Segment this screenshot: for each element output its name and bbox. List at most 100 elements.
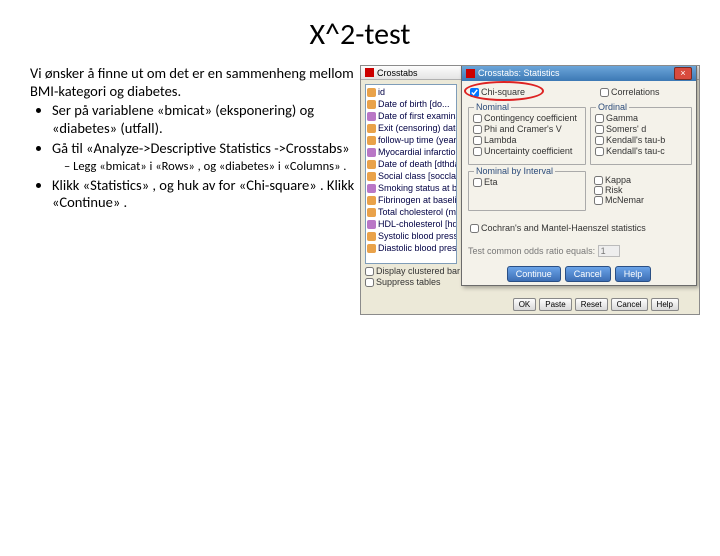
variable-label: HDL-cholesterol [hdlcho... bbox=[378, 219, 457, 229]
variable-icon bbox=[367, 112, 376, 121]
chi-label: Chi-square bbox=[481, 87, 525, 97]
ratio-input: 1 bbox=[598, 245, 620, 257]
variable-label: Total cholesterol (mmo... bbox=[378, 207, 457, 217]
checkbox[interactable] bbox=[473, 125, 482, 134]
ordinal-check[interactable]: Kendall's tau-b bbox=[595, 135, 687, 145]
nominal-legend: Nominal bbox=[474, 102, 511, 112]
ordinal-check[interactable]: Somers' d bbox=[595, 124, 687, 134]
checkbox[interactable] bbox=[473, 136, 482, 145]
nbi-legend: Nominal by Interval bbox=[474, 166, 555, 176]
cancel-button[interactable]: Cancel bbox=[611, 298, 648, 311]
ordinal-label: Gamma bbox=[606, 113, 638, 123]
ordinal-check[interactable]: Gamma bbox=[595, 113, 687, 123]
variable-item[interactable]: Systolic blood pressure... bbox=[367, 230, 455, 242]
bullet-3: Klikk «Statistics» , og huk av for «Chi-… bbox=[52, 177, 360, 212]
cochran-check[interactable]: Cochran's and Mantel-Haenszel statistics bbox=[470, 223, 646, 233]
help-button[interactable]: Help bbox=[651, 298, 679, 311]
coch-label: Cochran's and Mantel-Haenszel statistics bbox=[481, 223, 646, 233]
continue-button[interactable]: Continue bbox=[507, 266, 561, 282]
variable-item[interactable]: Myocardial infarction or... bbox=[367, 146, 455, 158]
checkbox[interactable] bbox=[365, 267, 374, 276]
variable-item[interactable]: Diastolic blood pressure... bbox=[367, 242, 455, 254]
nominal-check[interactable]: Uncertainty coefficient bbox=[473, 146, 581, 156]
variable-item[interactable]: HDL-cholesterol [hdlcho... bbox=[367, 218, 455, 230]
variable-label: follow-up time (years) [f... bbox=[378, 135, 457, 145]
variable-list[interactable]: idDate of birth [do... Date of first exam… bbox=[365, 84, 457, 264]
sub-bullet: Legg «bmicat» i «Rows» , og «diabetes» i… bbox=[64, 159, 360, 174]
ordinal-group: Ordinal GammaSomers' dKendall's tau-bKen… bbox=[590, 107, 692, 165]
nbi-label: Eta bbox=[484, 177, 498, 187]
checkbox[interactable] bbox=[473, 114, 482, 123]
stats-titlebar: Crosstabs: Statistics × bbox=[462, 65, 696, 81]
ordinal-legend: Ordinal bbox=[596, 102, 629, 112]
variable-item[interactable]: Fibrinogen at baseline [... bbox=[367, 194, 455, 206]
variable-item[interactable]: Date of first examination bbox=[367, 110, 455, 122]
checkbox[interactable] bbox=[595, 125, 604, 134]
variable-icon bbox=[367, 208, 376, 217]
right-check[interactable]: Kappa bbox=[594, 175, 644, 185]
checkbox[interactable] bbox=[595, 136, 604, 145]
nominal-label: Phi and Cramer's V bbox=[484, 124, 562, 134]
nominal-label: Contingency coefficient bbox=[484, 113, 577, 123]
nbi-group: Nominal by Interval Eta bbox=[468, 171, 586, 211]
variable-label: Systolic blood pressure... bbox=[378, 231, 457, 241]
variable-icon bbox=[367, 172, 376, 181]
variable-icon bbox=[367, 136, 376, 145]
variable-label: Diastolic blood pressure... bbox=[378, 243, 457, 253]
paste-button[interactable]: Paste bbox=[539, 298, 571, 311]
variable-label: Exit (censoring) date for bbox=[378, 123, 457, 133]
variable-item[interactable]: id bbox=[367, 86, 455, 98]
checkbox[interactable] bbox=[473, 178, 482, 187]
spss-screenshot: Crosstabs idDate of birth [do...Date of … bbox=[360, 65, 700, 315]
ordinal-check[interactable]: Kendall's tau-c bbox=[595, 146, 687, 156]
close-icon[interactable]: × bbox=[674, 67, 692, 80]
stats-cancel-button[interactable]: Cancel bbox=[565, 266, 611, 282]
variable-item[interactable]: Exit (censoring) date for bbox=[367, 122, 455, 134]
checkbox[interactable] bbox=[595, 114, 604, 123]
checkbox[interactable] bbox=[470, 224, 479, 233]
variable-icon bbox=[367, 232, 376, 241]
checkbox[interactable] bbox=[594, 186, 603, 195]
checkbox[interactable] bbox=[594, 176, 603, 185]
nominal-check[interactable]: Contingency coefficient bbox=[473, 113, 581, 123]
variable-label: Date of first examination bbox=[378, 111, 457, 121]
right-check[interactable]: Risk bbox=[594, 185, 644, 195]
checkbox[interactable] bbox=[600, 88, 609, 97]
checkbox[interactable] bbox=[595, 147, 604, 156]
chi-square-check[interactable]: Chi-square bbox=[470, 87, 525, 97]
variable-item[interactable]: follow-up time (years) [f... bbox=[367, 134, 455, 146]
checkbox[interactable] bbox=[473, 147, 482, 156]
checkbox[interactable] bbox=[470, 88, 479, 97]
checkbox[interactable] bbox=[365, 278, 374, 287]
variable-label: Date of birth [do... bbox=[378, 99, 450, 109]
variable-icon bbox=[367, 244, 376, 253]
nominal-check[interactable]: Lambda bbox=[473, 135, 581, 145]
variable-item[interactable]: Date of birth [do... bbox=[367, 98, 455, 110]
opt2-label: Suppress tables bbox=[376, 277, 441, 287]
right-label: McNemar bbox=[605, 195, 644, 205]
nominal-check[interactable]: Phi and Cramer's V bbox=[473, 124, 581, 134]
variable-item[interactable]: Total cholesterol (mmo... bbox=[367, 206, 455, 218]
reset-button[interactable]: Reset bbox=[575, 298, 608, 311]
variable-label: Myocardial infarction or... bbox=[378, 147, 457, 157]
stats-help-button[interactable]: Help bbox=[615, 266, 652, 282]
variable-label: Smoking status at base... bbox=[378, 183, 457, 193]
ok-button[interactable]: OK bbox=[513, 298, 537, 311]
statistics-dialog: Crosstabs: Statistics × Chi-square Corre… bbox=[461, 65, 697, 286]
nbi-check[interactable]: Eta bbox=[473, 177, 581, 187]
variable-icon bbox=[367, 220, 376, 229]
variable-item[interactable]: Smoking status at base... bbox=[367, 182, 455, 194]
ordinal-label: Kendall's tau-c bbox=[606, 146, 665, 156]
slide-body-text: Vi ønsker å finne ut om det er en sammen… bbox=[30, 65, 360, 315]
stats-dialog-title: Crosstabs: Statistics bbox=[478, 68, 560, 78]
checkbox[interactable] bbox=[594, 196, 603, 205]
variable-item[interactable]: Date of death [dthdate] bbox=[367, 158, 455, 170]
variable-label: Date of death [dthdate] bbox=[378, 159, 457, 169]
correlations-check[interactable]: Correlations bbox=[600, 87, 660, 97]
variable-item[interactable]: Social class [socclass] bbox=[367, 170, 455, 182]
nominal-label: Uncertainty coefficient bbox=[484, 146, 572, 156]
corr-label: Correlations bbox=[611, 87, 660, 97]
slide-title: X^2-test bbox=[0, 16, 720, 53]
right-check[interactable]: McNemar bbox=[594, 195, 644, 205]
variable-icon bbox=[367, 196, 376, 205]
